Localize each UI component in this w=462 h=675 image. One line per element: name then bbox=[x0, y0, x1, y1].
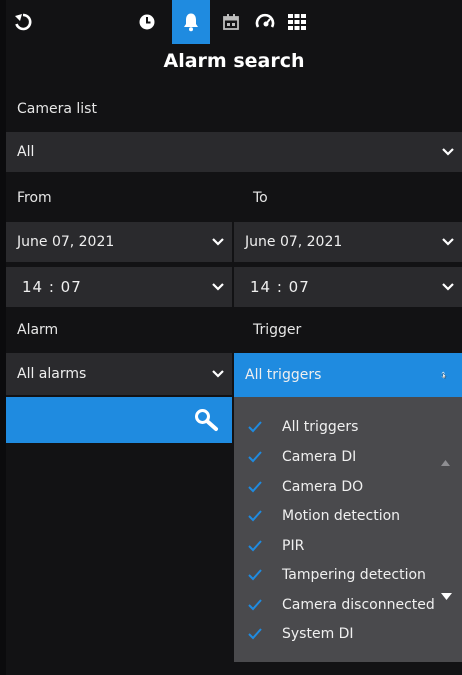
to-time-select[interactable]: 14 : 07 bbox=[234, 267, 462, 307]
checkmark-icon bbox=[248, 628, 264, 640]
from-time-select[interactable]: 14 : 07 bbox=[6, 267, 232, 307]
search-button[interactable] bbox=[6, 397, 232, 443]
trigger-dropdown-list: All triggers Camera DI Camera DO Motion … bbox=[234, 397, 462, 662]
camera-list-label: Camera list bbox=[17, 101, 97, 117]
trigger-value: All triggers bbox=[245, 367, 322, 383]
to-label: To bbox=[253, 190, 268, 206]
alarm-select[interactable]: All alarms bbox=[6, 353, 232, 395]
chevron-down-icon bbox=[204, 354, 232, 394]
checkmark-icon bbox=[248, 569, 264, 581]
trigger-option-motion-detection[interactable]: Motion detection bbox=[234, 501, 462, 531]
trigger-option-system-di[interactable]: System DI bbox=[234, 619, 462, 649]
chevron-down-icon bbox=[434, 222, 462, 262]
checkmark-icon bbox=[248, 421, 264, 433]
trigger-option-all-triggers[interactable]: All triggers bbox=[234, 412, 462, 442]
page-title: Alarm search bbox=[163, 50, 305, 72]
to-time-value: 14 : 07 bbox=[250, 278, 310, 296]
camera-list-value: All bbox=[17, 144, 35, 160]
trigger-label: Trigger bbox=[253, 322, 302, 338]
chevron-down-icon bbox=[204, 222, 232, 262]
top-toolbar bbox=[6, 0, 462, 44]
to-date-value: June 07, 2021 bbox=[245, 234, 343, 250]
to-date-select[interactable]: June 07, 2021 bbox=[234, 222, 462, 262]
speedometer-icon[interactable] bbox=[251, 0, 279, 44]
checkmark-icon bbox=[248, 481, 264, 493]
chevron-down-icon bbox=[204, 267, 232, 307]
trigger-option-camera-disconnected[interactable]: Camera disconnected bbox=[234, 590, 462, 620]
trigger-option-pir[interactable]: PIR bbox=[234, 531, 462, 561]
checkmark-icon bbox=[248, 510, 264, 522]
clock-icon[interactable] bbox=[131, 0, 163, 44]
trigger-option-camera-do[interactable]: Camera DO bbox=[234, 472, 462, 502]
chevron-down-icon bbox=[434, 132, 462, 172]
from-date-select[interactable]: June 07, 2021 bbox=[6, 222, 232, 262]
checkmark-icon bbox=[248, 451, 264, 463]
checkmark-icon bbox=[248, 540, 264, 552]
trigger-option-camera-di[interactable]: Camera DI bbox=[234, 442, 462, 472]
calendar-icon[interactable] bbox=[218, 0, 244, 44]
bell-icon[interactable] bbox=[172, 0, 210, 44]
trigger-option-tampering-detection[interactable]: Tampering detection bbox=[234, 560, 462, 590]
scroll-up-arrow-icon[interactable] bbox=[441, 460, 450, 466]
from-time-value: 14 : 07 bbox=[22, 278, 82, 296]
trigger-select[interactable]: All triggers bbox=[234, 353, 462, 397]
camera-list-select[interactable]: All bbox=[6, 132, 462, 172]
grid-icon[interactable] bbox=[283, 0, 311, 44]
checkmark-icon bbox=[248, 599, 264, 611]
chevron-down-icon bbox=[434, 267, 462, 307]
alarm-value: All alarms bbox=[17, 366, 87, 382]
back-icon[interactable] bbox=[8, 0, 38, 44]
alarm-label: Alarm bbox=[17, 322, 59, 338]
search-icon bbox=[195, 409, 218, 431]
scroll-down-arrow-icon[interactable] bbox=[441, 593, 452, 600]
from-label: From bbox=[17, 190, 52, 206]
alarm-search-panel: Alarm search Camera list All From To Jun… bbox=[6, 0, 462, 675]
chevron-up-down-icon bbox=[426, 355, 462, 395]
from-date-value: June 07, 2021 bbox=[17, 234, 115, 250]
